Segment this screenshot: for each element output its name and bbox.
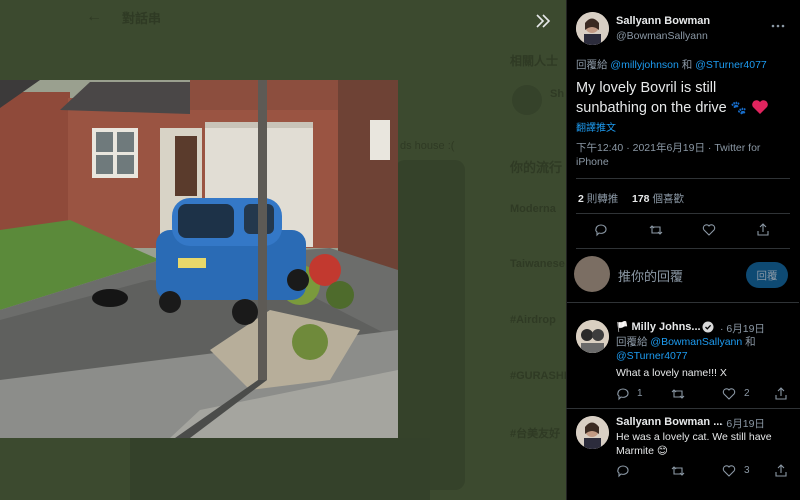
author-name[interactable]: Sallyann Bowman — [616, 15, 710, 27]
retweets-label: 則轉推 — [586, 193, 619, 205]
mention-link[interactable]: @STurner4077 — [695, 59, 767, 71]
share-icon[interactable] — [754, 221, 772, 239]
reply-time[interactable]: · 6月19日 — [720, 321, 765, 336]
reply-button[interactable]: 回覆 — [746, 262, 788, 288]
timestamp-line: iPhone — [576, 156, 609, 168]
retweet-icon[interactable] — [669, 462, 687, 480]
reply-text: He was a lovely cat. We still have Marmi… — [616, 430, 772, 458]
expand-icon[interactable] — [532, 10, 554, 32]
bg-side-item: Moderna — [510, 203, 556, 215]
mention-link[interactable]: @millyjohnson — [610, 59, 678, 71]
smile-emoji: 😊 — [656, 445, 668, 457]
share-icon[interactable] — [772, 385, 790, 403]
bg-side-item: #Airdrop — [510, 314, 556, 326]
retweet-icon[interactable] — [669, 385, 687, 403]
heart-emoji-icon — [752, 100, 768, 114]
reply-time[interactable]: · 6月19日 — [720, 416, 765, 431]
reply-icon[interactable] — [614, 462, 632, 480]
likes-label: 個喜歡 — [652, 193, 684, 205]
reply-context: 回覆給 @millyjohnson 和 @STurner4077 — [576, 57, 767, 72]
likes-count: 178 — [632, 193, 650, 205]
reply-name-text: Milly Johns... — [631, 321, 701, 333]
divider — [576, 248, 790, 249]
retweet-stats[interactable]: 2 則轉推 — [578, 191, 618, 206]
reply-author-name[interactable]: Sallyann Bowman ... — [616, 416, 722, 428]
reply-icon[interactable] — [592, 221, 610, 239]
like-icon[interactable] — [720, 385, 738, 403]
author-handle[interactable]: @BowmanSallyann — [616, 30, 708, 42]
paw-emoji: 🐾 — [730, 100, 747, 115]
reply-count: 1 — [637, 388, 643, 399]
more-icon[interactable] — [770, 18, 786, 34]
bg-side-item: Taiwanese — [510, 258, 565, 270]
like-stats[interactable]: 178 個喜歡 — [632, 191, 684, 206]
tweet-photo[interactable] — [0, 80, 398, 438]
mention-link[interactable]: @STurner4077 — [616, 350, 688, 362]
author-avatar[interactable] — [576, 12, 609, 45]
divider — [576, 213, 790, 214]
reply-icon[interactable] — [614, 385, 632, 403]
like-icon[interactable] — [720, 462, 738, 480]
retweet-icon[interactable] — [647, 221, 665, 239]
reply-input[interactable] — [618, 266, 728, 286]
reply-avatar[interactable] — [576, 416, 609, 449]
bg-image-strip — [130, 438, 430, 500]
flag-emoji-icon: 🏳️ — [616, 322, 629, 333]
tweet-timestamp: 下午12:40 · 2021年6月19日 · Twitter for iPhon… — [576, 141, 786, 169]
and-text: 和 — [745, 336, 756, 348]
like-icon[interactable] — [700, 221, 718, 239]
street-scene-image — [0, 80, 398, 438]
reply-author-name[interactable]: 🏳️ Milly Johns... — [616, 321, 701, 333]
tweet-text: My lovely Bovril is still sunbathing on … — [576, 79, 769, 118]
and-text: 和 — [681, 59, 693, 71]
reply-prefix: 回覆給 — [576, 59, 608, 71]
like-count: 3 — [744, 465, 750, 476]
retweets-count: 2 — [578, 193, 584, 205]
divider — [566, 408, 800, 409]
reply-avatar[interactable] — [576, 320, 609, 353]
mention-link[interactable]: @BowmanSallyann — [650, 336, 742, 348]
like-count: 2 — [744, 388, 750, 399]
translate-link[interactable]: 翻譯推文 — [576, 119, 616, 134]
reply-text-line: He was a lovely cat. We still have — [616, 431, 772, 443]
bg-header-title: 對話串 — [122, 11, 162, 26]
verified-icon — [702, 321, 714, 333]
bg-related-title: 相關人士 — [510, 54, 559, 68]
tweet-text-line: sunbathing on the drive 🐾 — [576, 98, 769, 118]
bg-trending-title: 你的流行 — [510, 160, 563, 175]
reply-text-line2: Marmite — [616, 445, 654, 457]
tweet-text-line2: sunbathing on the drive — [576, 100, 727, 116]
bg-snippet: ds house :( — [400, 140, 455, 152]
my-avatar — [574, 256, 610, 292]
bg-avatar — [512, 85, 542, 115]
bg-side-item: #台美友好 — [510, 428, 561, 440]
bg-side-item: #GURASHI — [510, 370, 566, 382]
bg-sh-text: Sh — [550, 88, 565, 100]
back-arrow-icon: ← — [86, 8, 102, 25]
reply-context: 回覆給 @BowmanSallyann 和 @STurner4077 — [616, 335, 786, 363]
timestamp-line: 下午12:40 · 2021年6月19日 · Twitter for — [576, 142, 761, 154]
divider — [576, 178, 790, 179]
reply-text: What a lovely name!!! X — [616, 367, 727, 379]
share-icon[interactable] — [772, 462, 790, 480]
tweet-text-line: My lovely Bovril is still — [576, 80, 717, 96]
reply-prefix: 回覆給 — [616, 336, 648, 348]
